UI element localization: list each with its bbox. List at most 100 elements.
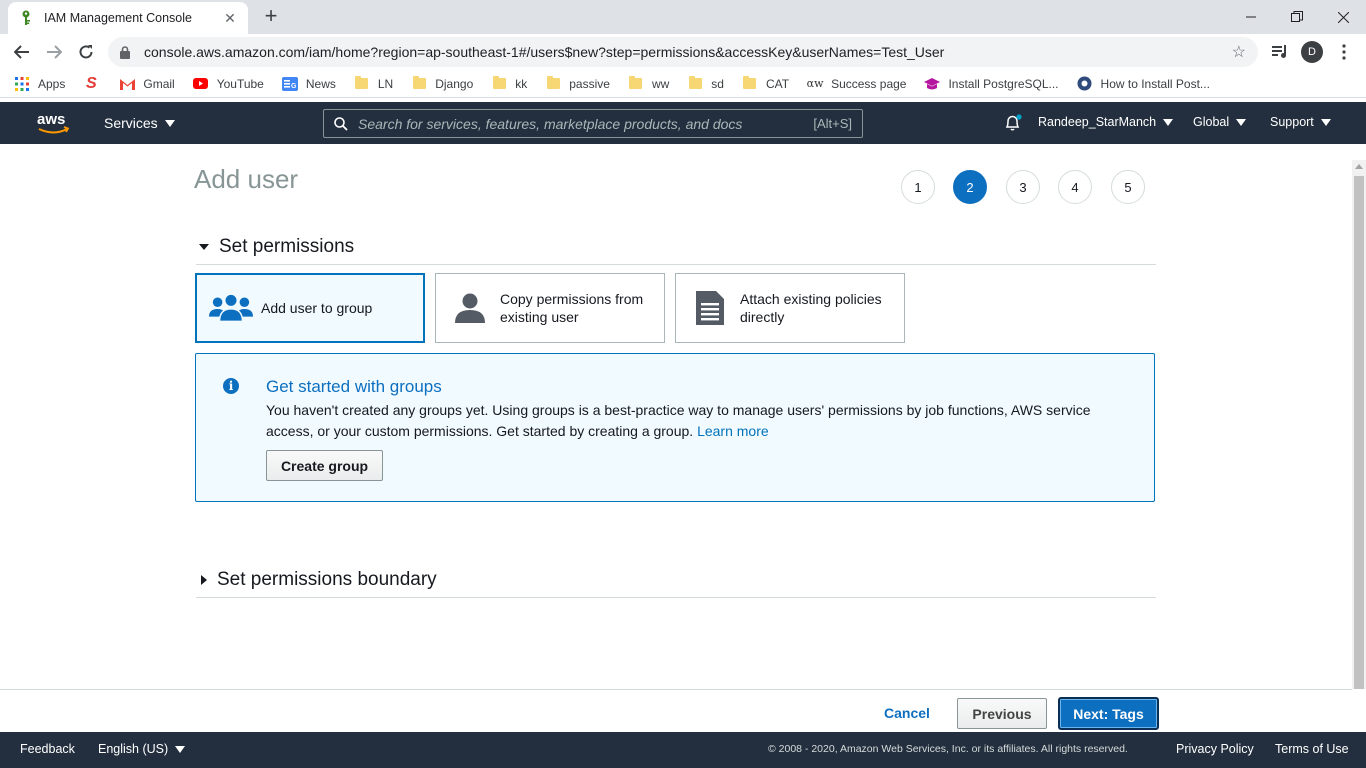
privacy-policy-link[interactable]: Privacy Policy: [1176, 742, 1254, 756]
bookmark-label: Gmail: [143, 76, 175, 91]
notification-bell-icon[interactable]: [1003, 113, 1023, 133]
previous-button[interactable]: Previous: [957, 698, 1047, 729]
bookmark-folder-django[interactable]: Django: [411, 76, 473, 92]
wizard-action-bar: Cancel Previous Next: Tags: [0, 689, 1352, 731]
restore-icon[interactable]: [1274, 0, 1320, 34]
caret-right-icon: [201, 575, 207, 585]
info-icon: i: [223, 378, 239, 394]
bookmark-folder-passive[interactable]: passive: [545, 76, 610, 92]
google-news-icon: G: [281, 76, 298, 92]
caret-down-icon: [1163, 118, 1174, 126]
single-user-icon: [448, 288, 492, 328]
apps-grid-icon: [14, 76, 30, 92]
set-permissions-section-toggle[interactable]: Set permissions: [196, 236, 1156, 265]
bookmark-news[interactable]: G News: [281, 76, 336, 92]
tab-close-icon[interactable]: ✕: [222, 10, 238, 27]
step-3[interactable]: 3: [1006, 170, 1040, 204]
address-bar[interactable]: console.aws.amazon.com/iam/home?region=a…: [108, 37, 1258, 67]
support-label: Support: [1270, 115, 1314, 129]
region-menu[interactable]: Global: [1193, 115, 1247, 129]
set-permissions-heading: Set permissions: [219, 236, 355, 257]
bookmark-gmail[interactable]: Gmail: [119, 76, 175, 92]
bookmark-folder-sd[interactable]: sd: [687, 76, 724, 92]
users-group-icon: [209, 288, 253, 328]
profile-initial: D: [1301, 41, 1323, 63]
reload-icon[interactable]: [72, 38, 100, 66]
gmail-icon: [119, 76, 135, 92]
iam-favicon-icon: [18, 10, 34, 26]
bookmark-label: kk: [515, 76, 528, 91]
browser-tabstrip: IAM Management Console ✕ +: [0, 0, 1366, 34]
scroll-up-arrow-icon[interactable]: [1355, 164, 1363, 169]
page-scrollbar[interactable]: [1352, 160, 1366, 689]
close-window-icon[interactable]: [1320, 0, 1366, 34]
bookmark-label: How to Install Post...: [1100, 76, 1210, 91]
caret-down-icon: [1320, 118, 1331, 126]
services-menu[interactable]: Services: [104, 115, 175, 131]
aws-search-input[interactable]: [358, 115, 814, 132]
next-tags-button[interactable]: Next: Tags: [1058, 697, 1159, 730]
option-label: Add user to group: [261, 300, 373, 316]
bookmark-folder-cat[interactable]: CAT: [742, 76, 789, 92]
set-permissions-boundary-toggle[interactable]: Set permissions boundary: [196, 569, 1156, 598]
aws-search-box[interactable]: [Alt+S]: [323, 109, 863, 138]
permissions-boundary-heading: Set permissions boundary: [217, 569, 437, 590]
bookmarks-bar: Apps S Gmail YouTube G News LN Django kk…: [0, 70, 1366, 98]
browser-tab[interactable]: IAM Management Console ✕: [8, 2, 248, 34]
option-add-user-to-group[interactable]: Add user to group: [195, 273, 425, 343]
bookmark-label: Install PostgreSQL...: [948, 76, 1059, 91]
services-label: Services: [104, 115, 158, 131]
bookmark-folder-ww[interactable]: ww: [628, 76, 669, 92]
step-4[interactable]: 4: [1058, 170, 1092, 204]
profile-avatar[interactable]: D: [1300, 40, 1324, 64]
step-1[interactable]: 1: [901, 170, 935, 204]
back-arrow-icon[interactable]: [8, 38, 36, 66]
url-text[interactable]: console.aws.amazon.com/iam/home?region=a…: [144, 44, 1232, 60]
folder-icon: [354, 76, 370, 92]
lock-icon[interactable]: [120, 45, 134, 59]
caret-down-icon: [164, 119, 175, 127]
region-label: Global: [1193, 115, 1230, 129]
minimize-icon[interactable]: [1228, 0, 1274, 34]
terms-of-use-link[interactable]: Terms of Use: [1275, 742, 1349, 756]
terms-label: Terms of Use: [1275, 742, 1349, 756]
step-5[interactable]: 5: [1111, 170, 1145, 204]
scrollbar-thumb[interactable]: [1354, 176, 1364, 689]
feedback-link[interactable]: Feedback: [20, 742, 75, 756]
caret-down-icon: [1236, 118, 1247, 126]
bookmark-folder-kk[interactable]: kk: [491, 76, 527, 92]
bookmark-folder-ln[interactable]: LN: [354, 76, 393, 92]
aw-icon: αw: [806, 77, 824, 90]
bookmark-s-site[interactable]: S: [83, 75, 107, 92]
forward-arrow-icon[interactable]: [40, 38, 68, 66]
bookmark-apps[interactable]: Apps: [14, 76, 65, 92]
bookmark-star-icon[interactable]: ☆: [1232, 42, 1246, 62]
option-copy-permissions[interactable]: Copy permissions from existing user: [435, 273, 665, 343]
search-icon: [334, 116, 348, 131]
bookmark-youtube[interactable]: YouTube: [193, 76, 264, 92]
bookmark-label: passive: [569, 76, 610, 91]
learn-more-link[interactable]: Learn more: [697, 423, 769, 439]
bookmark-success-page[interactable]: αw Success page: [806, 76, 907, 92]
language-selector[interactable]: English (US): [98, 742, 186, 756]
bookmark-label: News: [305, 76, 336, 91]
bookmark-label: LN: [377, 76, 394, 91]
bookmark-how-to-install[interactable]: How to Install Post...: [1077, 76, 1210, 92]
privacy-label: Privacy Policy: [1176, 742, 1254, 756]
bookmark-label: sd: [711, 76, 724, 91]
new-tab-icon[interactable]: +: [260, 5, 282, 27]
caret-down-icon: [175, 745, 186, 753]
media-control-icon[interactable]: [1268, 40, 1292, 64]
create-group-button[interactable]: Create group: [266, 450, 383, 481]
step-2-active[interactable]: 2: [953, 170, 987, 204]
account-menu[interactable]: Randeep_StarManch: [1038, 115, 1174, 129]
bookmark-install-postgresql[interactable]: Install PostgreSQL...: [924, 76, 1059, 92]
option-attach-policies[interactable]: Attach existing policies directly: [675, 273, 905, 343]
aws-logo-icon[interactable]: aws: [36, 109, 72, 137]
browser-menu-icon[interactable]: [1332, 40, 1356, 64]
folder-icon: [687, 76, 703, 92]
support-menu[interactable]: Support: [1270, 115, 1331, 129]
cancel-link[interactable]: Cancel: [884, 705, 930, 721]
circle-site-icon: [1077, 76, 1093, 92]
graduation-cap-icon: [924, 76, 941, 92]
